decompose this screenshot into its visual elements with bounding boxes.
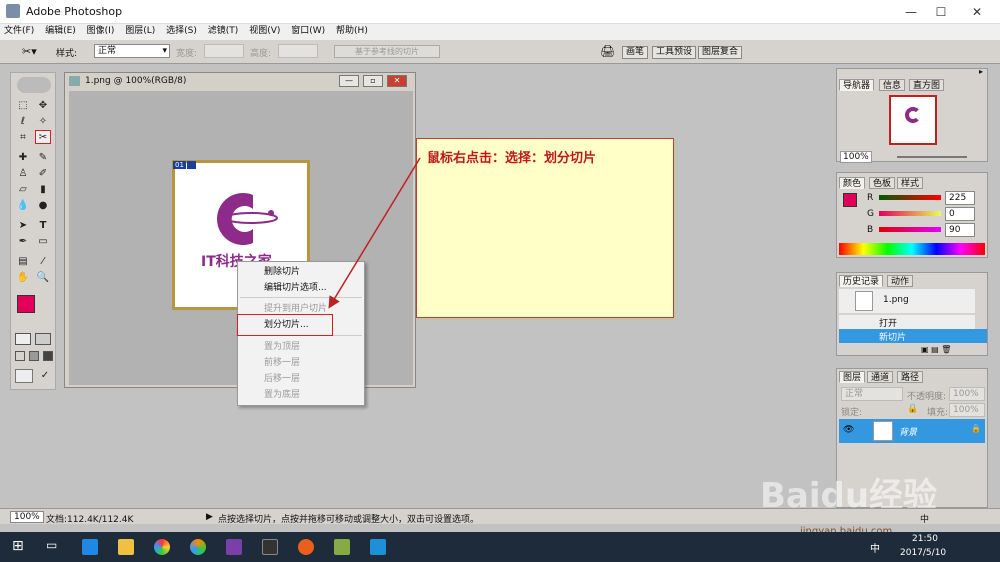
r-slider[interactable] (879, 195, 941, 200)
b-label: B (867, 225, 874, 235)
status-bar: 100% 文档:112.4K/112.4K ▶ 点按选择切片，点按并拖移可移动或… (0, 508, 1000, 525)
tab-paths[interactable]: 路径 (897, 371, 924, 383)
chrome-icon[interactable] (154, 539, 170, 555)
history-item-open[interactable]: 打开 (839, 315, 975, 329)
navigator-zoom-slider[interactable] (897, 156, 967, 158)
logo-mark-icon (905, 107, 921, 123)
color-panel: 颜色 色板 样式 R 225 G 0 B 90 (836, 172, 988, 258)
tab-actions[interactable]: 动作 (887, 275, 914, 287)
blend-mode-select[interactable]: 正常 (841, 387, 903, 401)
color-ramp[interactable] (839, 243, 985, 255)
tab-swatches[interactable]: 色板 (869, 177, 896, 189)
b-value-field[interactable]: 90 (945, 223, 975, 237)
tab-color[interactable]: 颜色 (839, 177, 866, 189)
opacity-label: 不透明度: (907, 392, 947, 402)
status-doc-size: 文档:112.4K/112.4K (46, 515, 134, 525)
g-slider[interactable] (879, 211, 941, 216)
tab-styles[interactable]: 样式 (897, 177, 924, 189)
status-hint: 点按选择切片，点按并拖移可移动或调整大小，双击可设置选项。 (218, 515, 480, 525)
panel-menu-icon[interactable]: ▸ (979, 67, 983, 76)
layer-row-background[interactable]: 👁 背景 🔒 (839, 419, 985, 443)
r-value-field[interactable]: 225 (945, 191, 975, 205)
navigator-panel: ▸ 导航器 信息 直方图 100% (836, 67, 988, 163)
tab-navigator[interactable]: 导航器 (839, 79, 875, 91)
snapshot-thumbnail (855, 291, 873, 311)
navigator-thumbnail[interactable] (889, 95, 937, 145)
g-label: G (867, 209, 874, 219)
tab-channels[interactable]: 通道 (867, 371, 894, 383)
tab-histogram[interactable]: 直方图 (909, 79, 945, 91)
edge-icon[interactable] (82, 539, 98, 555)
file-explorer-icon[interactable] (118, 539, 134, 555)
navigator-zoom-field[interactable]: 100% (840, 151, 872, 163)
history-item-label: 新切片 (879, 333, 907, 343)
fill-field[interactable]: 100% (949, 403, 985, 417)
history-panel: 历史记录 动作 1.png 打开 新切片 ▣ ▤ 🗑 (836, 272, 988, 356)
wps-icon[interactable] (370, 539, 386, 555)
opacity-field[interactable]: 100% (949, 387, 985, 401)
eye-icon[interactable]: 👁 (843, 425, 854, 435)
snapshot-name: 1.png (883, 295, 909, 305)
task-view-icon[interactable]: ▭ (46, 538, 57, 552)
tab-layers[interactable]: 图层 (839, 371, 866, 383)
app-icon[interactable] (190, 539, 206, 555)
taskbar-ime[interactable]: 中 (870, 540, 880, 555)
ime-indicator[interactable]: 中 (920, 512, 929, 525)
lock-icon[interactable]: 🔒 (907, 404, 918, 414)
b-slider[interactable] (879, 227, 941, 232)
lock-label: 锁定: (841, 408, 863, 418)
taskbar: ⊞ ▭ 中 21:50 2017/5/10 (0, 532, 1000, 562)
history-snapshot-row[interactable]: 1.png (839, 289, 975, 313)
history-buttons-icon[interactable]: ▣ ▤ 🗑 (921, 345, 951, 354)
fill-label: 填充: (927, 408, 949, 418)
history-item-new-slice[interactable]: 新切片 (839, 329, 987, 343)
clock-date: 2017/5/10 (900, 548, 947, 558)
color-foreground-swatch[interactable] (843, 193, 857, 207)
layer-thumbnail (873, 421, 893, 441)
firefox-icon[interactable] (298, 539, 314, 555)
terminal-icon[interactable] (262, 539, 278, 555)
photoshop-task-icon[interactable] (334, 539, 350, 555)
g-value-field[interactable]: 0 (945, 207, 975, 221)
history-item-label: 打开 (879, 319, 898, 329)
status-arrow-icon[interactable]: ▶ (206, 512, 213, 522)
windows-start-icon[interactable]: ⊞ (12, 538, 24, 554)
visual-studio-icon[interactable] (226, 539, 242, 555)
layer-name: 背景 (899, 428, 918, 438)
tab-info[interactable]: 信息 (879, 79, 906, 91)
clock-time: 21:50 (912, 534, 938, 544)
tab-history[interactable]: 历史记录 (839, 275, 884, 287)
r-label: R (867, 193, 874, 203)
status-zoom[interactable]: 100% (10, 511, 44, 523)
layer-lock-icon: 🔒 (971, 424, 981, 433)
